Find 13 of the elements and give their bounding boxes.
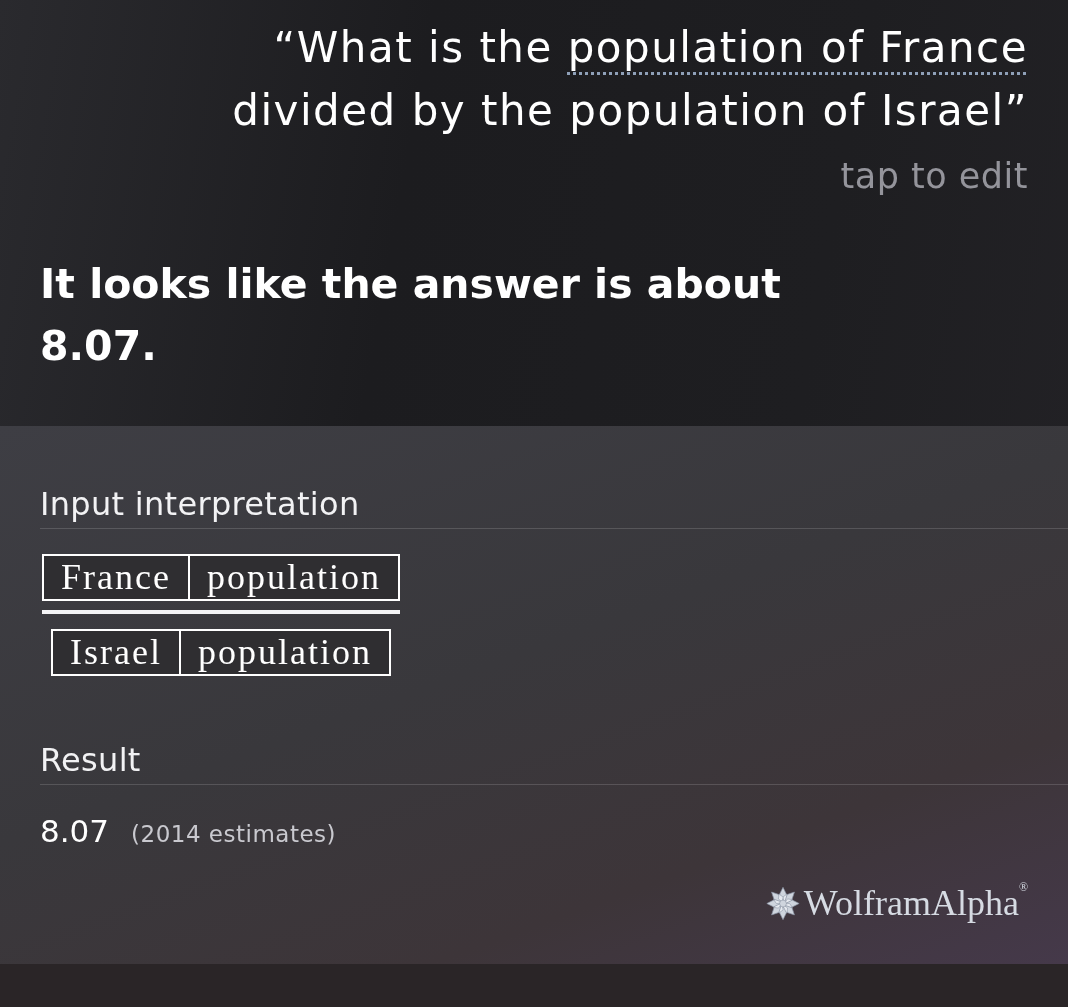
section-title: Input interpretation (40, 485, 360, 523)
result-note: (2014 estimates) (131, 820, 336, 848)
table-cell: France (42, 554, 190, 601)
table-cell: Israel (51, 629, 181, 676)
table-cell: population (189, 554, 400, 601)
query-text: “What is the population of France divided by the population of Israel” (231, 22, 1028, 137)
tap-to-edit-link[interactable]: tap to edit (840, 156, 1028, 196)
star-logo-icon (765, 886, 800, 920)
table-cell: population (180, 629, 391, 676)
section-title: Result (40, 741, 141, 779)
answer-text: It looks like the answer is about 8.07. (40, 259, 782, 372)
wolframalpha-logo-text: WolframAlpha$^{®}$ (803, 883, 1028, 923)
result-value: 8.07 (40, 812, 110, 851)
